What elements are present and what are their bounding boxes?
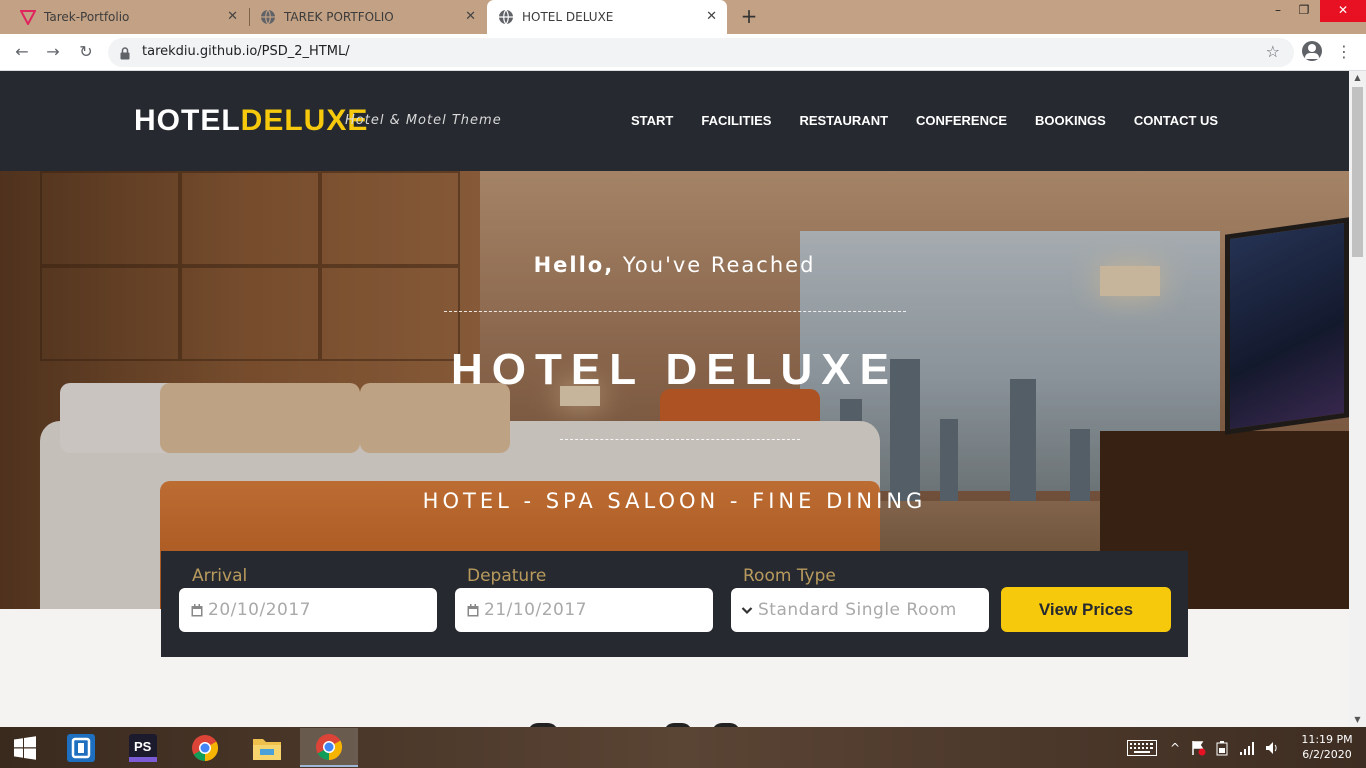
browser-toolbar: ← → ↻ tarekdiu.github.io/PSD_2_HTML/ ☆ ⋮ (0, 34, 1366, 71)
nav-contact-us[interactable]: CONTACT US (1134, 113, 1218, 128)
room-type-select[interactable]: Standard Single Room (731, 588, 989, 632)
arrival-date-value: 20/10/2017 (208, 600, 311, 620)
photoshop-icon[interactable]: PS (114, 728, 172, 767)
tab-tarek-portfolio[interactable]: Tarek-Portfolio ✕ (0, 0, 248, 34)
clock-date: 6/2/2020 (1302, 748, 1352, 761)
scroll-up-arrow-icon[interactable]: ▲ (1349, 71, 1366, 85)
hero-divider-bottom (560, 439, 800, 440)
back-arrow-icon[interactable]: ← (12, 42, 32, 62)
calendar-icon (467, 603, 479, 617)
bookmark-star-icon[interactable]: ☆ (1266, 42, 1280, 61)
close-tab-icon[interactable]: ✕ (465, 9, 476, 25)
room-type-value: Standard Single Room (758, 600, 957, 620)
tab-tarek-portfolio-upper[interactable]: TAREK PORTFOLIO ✕ (250, 0, 486, 34)
hero-greeting: Hello, You've Reached (0, 253, 1349, 277)
restore-button[interactable]: ❐ (1289, 0, 1319, 22)
profile-avatar-icon[interactable] (1302, 41, 1322, 61)
logo-main: HOTEL (134, 104, 241, 137)
room-type-label: Room Type (743, 566, 836, 586)
tab-title: TAREK PORTFOLIO (284, 10, 394, 24)
volume-icon[interactable] (1264, 727, 1280, 768)
hero-banner: Hello, You've Reached HOTEL DELUXE HOTEL… (0, 171, 1349, 609)
tab-hotel-deluxe[interactable]: HOTEL DELUXE ✕ (487, 0, 727, 34)
hero-subtitle: HOTEL - SPA SALOON - FINE DINING (422, 489, 927, 513)
site-header: HOTELDELUXE Hotel & Motel Theme START FA… (0, 71, 1349, 171)
chrome-icon[interactable] (300, 728, 358, 767)
nav-restaurant[interactable]: RESTAURANT (799, 113, 888, 128)
chrome-icon[interactable] (176, 728, 234, 767)
globe-icon (498, 9, 514, 25)
booking-form: Arrival 20/10/2017 Depature 21/10/2017 R… (161, 551, 1188, 657)
hero-divider-top (444, 311, 906, 312)
scrollbar-thumb[interactable] (1352, 87, 1363, 257)
close-tab-icon[interactable]: ✕ (706, 9, 717, 25)
hero-title: HOTEL DELUXE (450, 345, 898, 394)
site-logo[interactable]: HOTELDELUXE (134, 103, 368, 139)
arrival-label: Arrival (192, 566, 248, 586)
hero-text-block: Hello, You've Reached HOTEL DELUXE HOTEL… (0, 171, 1349, 609)
page-viewport: HOTELDELUXE Hotel & Motel Theme START FA… (0, 71, 1349, 727)
main-navigation: START FACILITIES RESTAURANT CONFERENCE B… (631, 113, 1246, 128)
tab-title: HOTEL DELUXE (522, 10, 614, 24)
photoshop-label: PS (134, 739, 152, 754)
windows-start-icon[interactable] (0, 727, 50, 768)
globe-icon (260, 9, 276, 25)
site-tagline: Hotel & Motel Theme (345, 113, 502, 128)
chevron-down-icon (741, 606, 753, 615)
screen-recorder-icon[interactable] (52, 728, 110, 767)
browser-menu-icon[interactable]: ⋮ (1336, 42, 1352, 62)
keyboard-icon[interactable] (1127, 727, 1157, 768)
arrival-date-field[interactable]: 20/10/2017 (179, 588, 437, 632)
close-window-button[interactable]: ✕ (1320, 0, 1366, 22)
new-tab-button[interactable]: + (738, 5, 760, 27)
view-prices-button[interactable]: View Prices (1001, 587, 1171, 632)
nav-facilities[interactable]: FACILITIES (701, 113, 771, 128)
scroll-down-arrow-icon[interactable]: ▼ (1349, 713, 1366, 727)
battery-icon[interactable] (1214, 727, 1230, 768)
taskbar-clock[interactable]: 11:19 PM 6/2/2020 (1292, 732, 1362, 762)
nav-conference[interactable]: CONFERENCE (916, 113, 1007, 128)
browser-tab-strip: Tarek-Portfolio ✕ TAREK PORTFOLIO ✕ HOTE… (0, 0, 1366, 34)
file-explorer-icon[interactable] (238, 728, 296, 767)
calendar-icon (191, 603, 203, 617)
triangle-logo-icon (20, 9, 36, 25)
departure-label: Depature (467, 566, 547, 586)
hero-greeting-rest: You've Reached (622, 253, 816, 277)
address-bar[interactable]: tarekdiu.github.io/PSD_2_HTML/ ☆ (108, 38, 1294, 67)
network-signal-icon[interactable] (1239, 727, 1255, 768)
page-scrollbar[interactable]: ▲ ▼ (1349, 71, 1366, 727)
forward-arrow-icon[interactable]: → (43, 42, 63, 62)
nav-bookings[interactable]: BOOKINGS (1035, 113, 1106, 128)
tab-title: Tarek-Portfolio (44, 10, 130, 24)
url-text: tarekdiu.github.io/PSD_2_HTML/ (142, 44, 350, 59)
show-hidden-icons-icon[interactable]: ^ (1170, 727, 1180, 768)
nav-start[interactable]: START (631, 113, 673, 128)
close-tab-icon[interactable]: ✕ (227, 9, 238, 25)
action-center-flag-icon[interactable] (1190, 727, 1206, 768)
windows-taskbar: PS ^ 11:19 PM 6/2/2020 (0, 727, 1366, 768)
hero-greeting-bold: Hello, (533, 253, 615, 277)
departure-date-value: 21/10/2017 (484, 600, 587, 620)
departure-date-field[interactable]: 21/10/2017 (455, 588, 713, 632)
reload-icon[interactable]: ↻ (76, 42, 96, 62)
lock-icon (120, 45, 130, 64)
clock-time: 11:19 PM (1301, 733, 1353, 746)
